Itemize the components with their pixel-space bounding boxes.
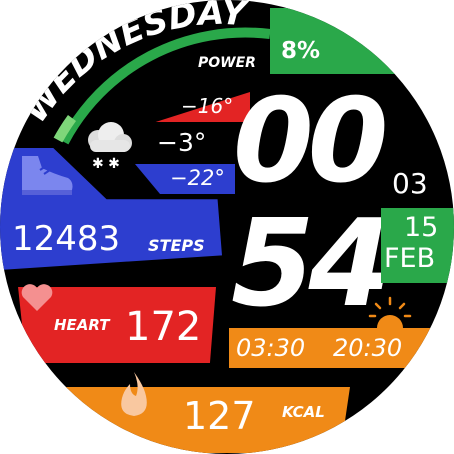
steps-value: 12483 [12,219,121,259]
time-seconds: 03 [392,167,428,200]
calories-value: 127 [183,394,256,438]
steps-label: STEPS [148,236,205,255]
svg-text:✱ ✱: ✱ ✱ [92,156,120,172]
sunset-time: 20:30 [333,334,403,362]
sunset-icon [368,296,412,328]
date-day: 15 [404,212,439,243]
temp-high: −16° [181,94,234,118]
temp-low: −22° [170,166,225,190]
temp-current: −3° [157,128,207,157]
heart-icon [21,284,53,311]
calories-label: KCAL [282,403,325,421]
shoe-icon [22,156,73,195]
snow-cloud-icon: ✱ ✱ [88,122,132,172]
time-hour: 00 [233,74,388,209]
power-value: 8% [281,38,321,64]
sunrise-time: 03:30 [236,334,306,362]
heart-label: HEART [54,316,110,334]
flame-icon [121,372,147,416]
time-minute: 54 [231,195,392,334]
date-month: FEB [384,243,436,274]
heart-value: 172 [125,304,202,350]
watch-face: WEDNESDAY 8% POWER −16° ✱ ✱ −3° −22° 124… [0,0,454,454]
power-label: POWER [198,55,256,71]
